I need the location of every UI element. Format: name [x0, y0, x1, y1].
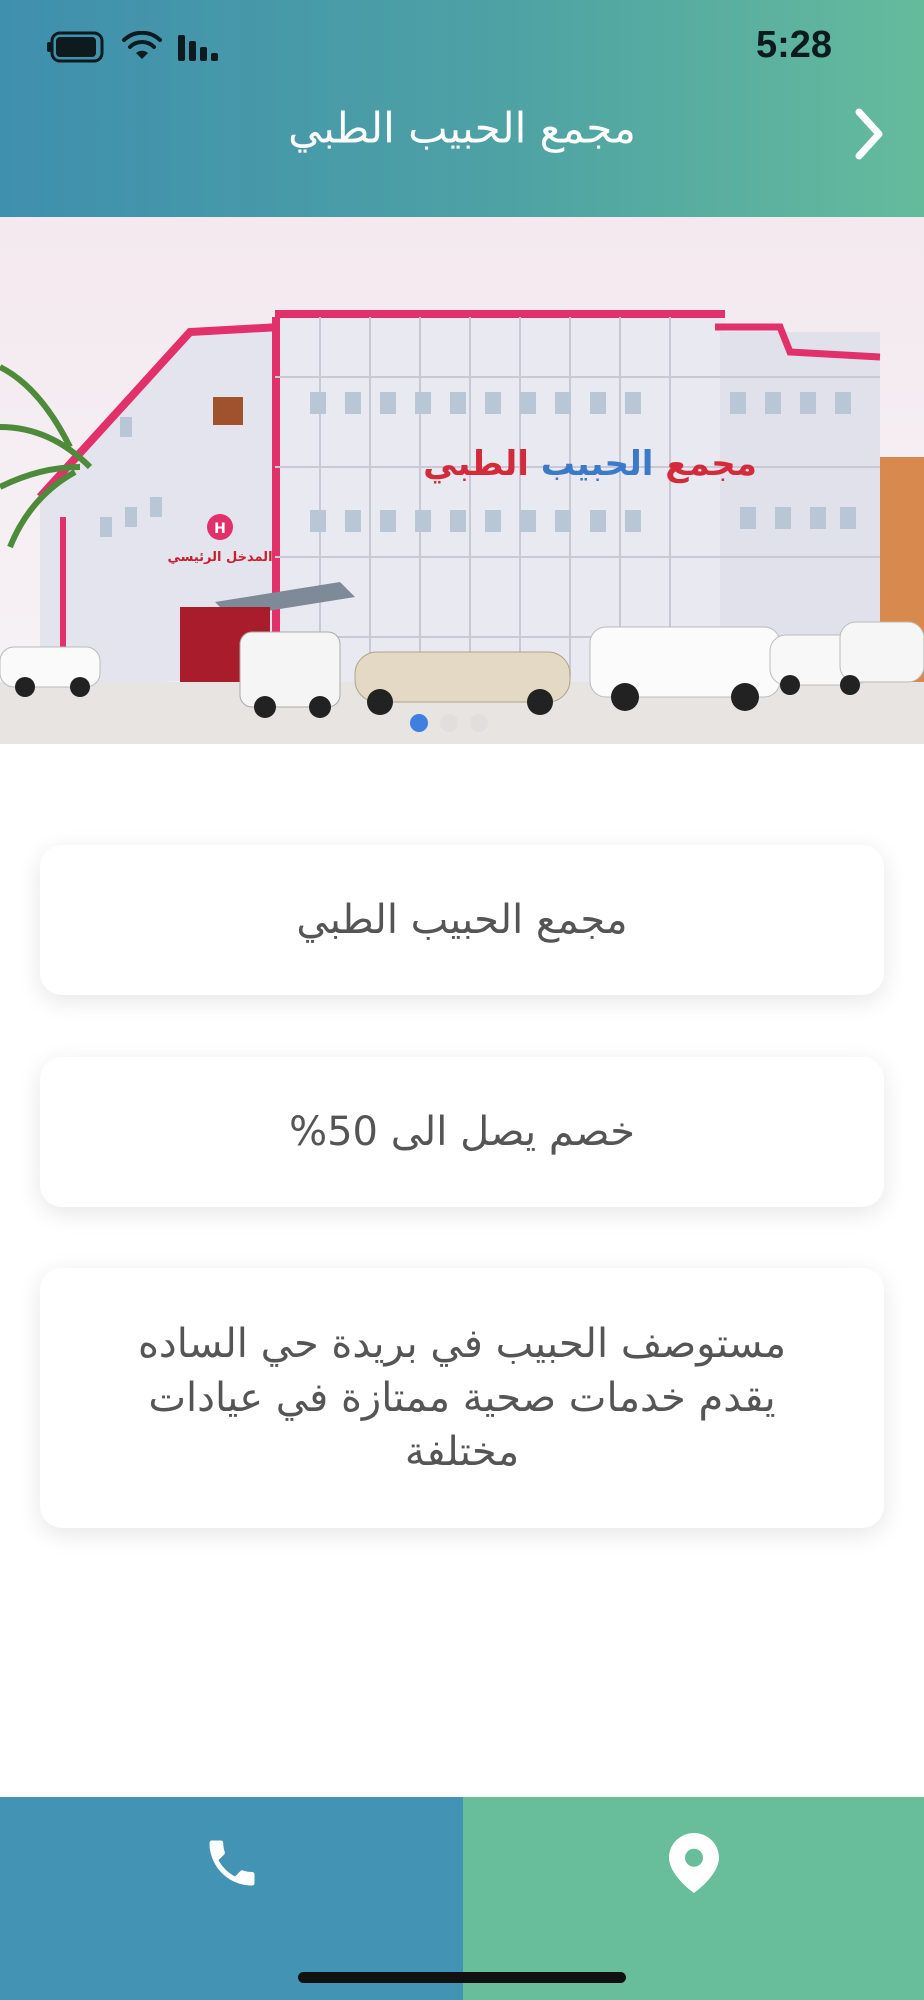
svg-text:مجمع الحبيب الطبي: مجمع الحبيب الطبي — [423, 444, 757, 484]
svg-text:H: H — [214, 521, 226, 537]
svg-text:المدخل الرئيسي: المدخل الرئيسي — [167, 550, 272, 565]
location-button[interactable] — [463, 1797, 924, 2000]
bottom-action-bar — [0, 1797, 924, 2000]
discount-text: خصم يصل الى 50% — [289, 1109, 635, 1155]
page-title: مجمع الحبيب الطبي — [288, 103, 636, 153]
description-text: مستوصف الحبيب في بريدة حي الساده يقدم خد… — [137, 1321, 787, 1475]
back-button[interactable] — [834, 99, 904, 169]
clinic-name-card: مجمع الحبيب الطبي — [40, 845, 884, 995]
description-card: مستوصف الحبيب في بريدة حي الساده يقدم خد… — [40, 1268, 884, 1528]
image-carousel[interactable]: مجمع الحبيب الطبي H المدخل الرئيسي — [0, 217, 924, 744]
building-photo: مجمع الحبيب الطبي H المدخل الرئيسي — [0, 217, 924, 744]
home-indicator[interactable] — [298, 1972, 626, 1983]
call-button[interactable] — [0, 1797, 463, 2000]
wifi-icon — [122, 31, 162, 59]
status-time: 5:28 — [755, 24, 832, 66]
battery-icon — [47, 31, 104, 63]
status-icons — [46, 30, 220, 64]
carousel-dot[interactable] — [470, 714, 488, 732]
discount-card: خصم يصل الى 50% — [40, 1057, 884, 1207]
phone-icon — [209, 1840, 254, 1886]
carousel-dots[interactable] — [410, 714, 488, 732]
chevron-right-icon — [855, 108, 883, 160]
carousel-dot[interactable] — [440, 714, 458, 732]
signal-icon — [178, 35, 218, 61]
clinic-name: مجمع الحبيب الطبي — [296, 897, 628, 943]
app-header: 5:28 مجمع الحبيب الطبي — [0, 0, 924, 217]
location-pin-icon — [668, 1833, 719, 1893]
carousel-dot-active[interactable] — [410, 714, 428, 732]
